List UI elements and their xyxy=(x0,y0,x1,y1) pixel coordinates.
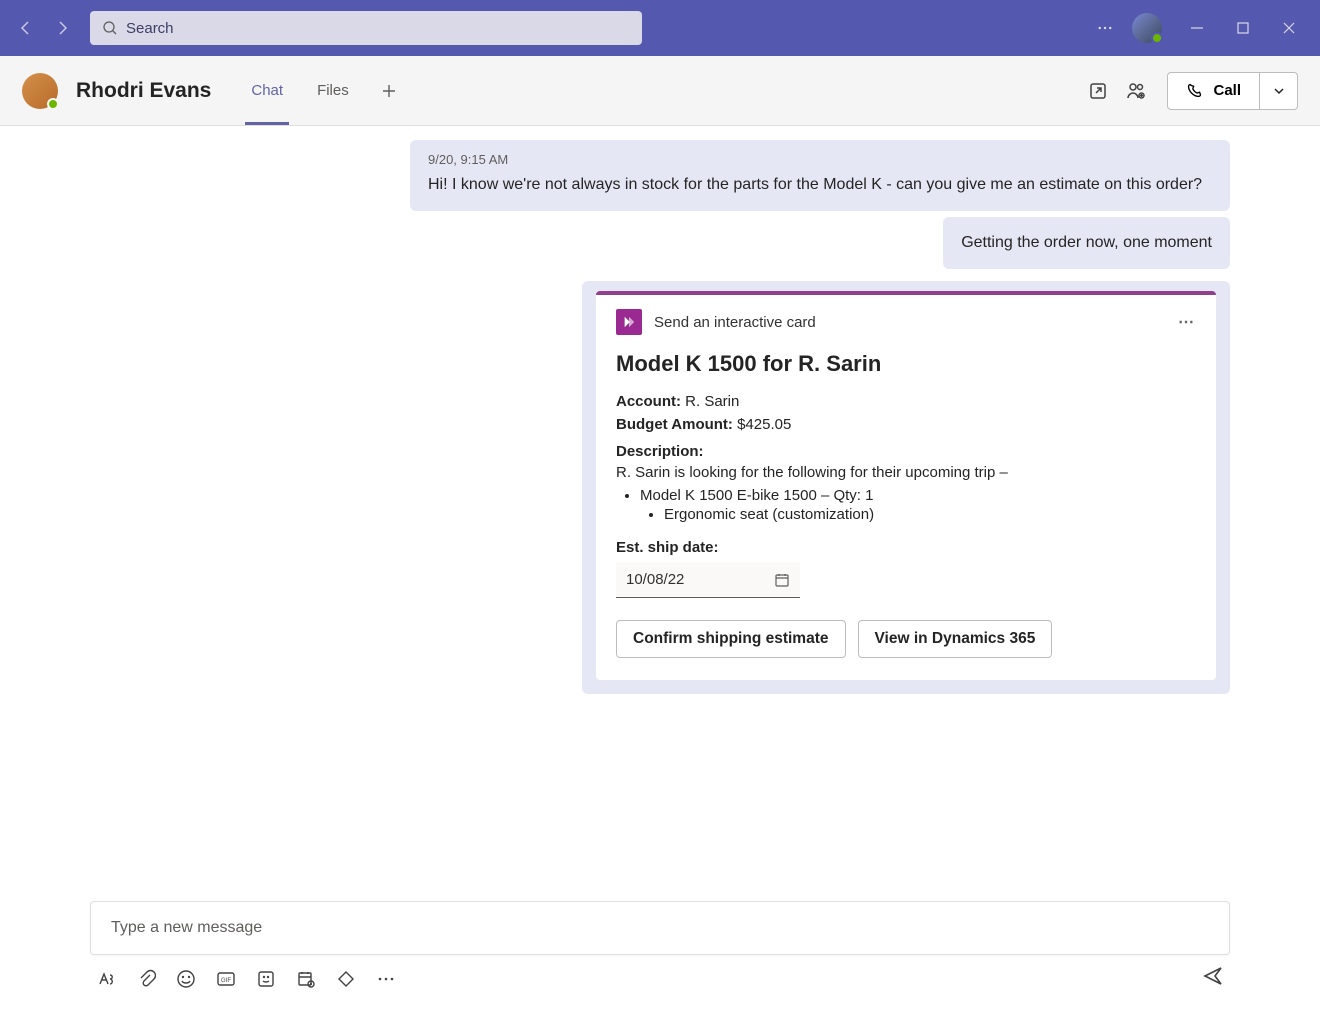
current-user-avatar[interactable] xyxy=(1132,13,1162,43)
window-minimize-button[interactable] xyxy=(1174,5,1220,51)
popout-icon[interactable] xyxy=(1079,72,1117,110)
card-description-label: Description: xyxy=(616,443,1196,460)
card-list: Model K 1500 E-bike 1500 – Qty: 1 Ergono… xyxy=(616,487,1196,523)
window-close-button[interactable] xyxy=(1266,5,1312,51)
chat-header: Rhodri Evans Chat Files Call xyxy=(0,56,1320,126)
card-description-text: R. Sarin is looking for the following fo… xyxy=(616,464,1196,481)
add-people-icon[interactable] xyxy=(1117,72,1155,110)
search-placeholder: Search xyxy=(126,20,174,37)
message-outgoing: Getting the order now, one moment xyxy=(943,217,1230,269)
send-button[interactable] xyxy=(1202,965,1224,992)
svg-text:GIF: GIF xyxy=(221,978,231,984)
card-title: Model K 1500 for R. Sarin xyxy=(616,351,1196,377)
more-options-button[interactable] xyxy=(1082,5,1128,51)
calendar-icon xyxy=(774,572,790,588)
call-label: Call xyxy=(1213,82,1241,99)
search-input[interactable]: Search xyxy=(90,11,642,45)
ship-date-label: Est. ship date: xyxy=(616,539,1196,556)
gif-icon[interactable]: GIF xyxy=(216,969,236,989)
tab-files[interactable]: Files xyxy=(307,56,359,125)
chat-tabs: Chat Files xyxy=(241,56,404,125)
ship-date-input[interactable]: 10/08/22 xyxy=(616,562,800,598)
card-app-label: Send an interactive card xyxy=(654,314,816,331)
emoji-icon[interactable] xyxy=(176,969,196,989)
tab-chat[interactable]: Chat xyxy=(241,56,293,125)
card-list-item: Model K 1500 E-bike 1500 – Qty: 1 xyxy=(640,487,1196,504)
add-tab-button[interactable] xyxy=(373,56,405,125)
card-account-row: Account: R. Sarin xyxy=(616,393,1196,410)
view-dynamics-button[interactable]: View in Dynamics 365 xyxy=(858,620,1053,658)
message-text: Hi! I know we're not always in stock for… xyxy=(428,173,1212,197)
adaptive-card: Send an interactive card ⋯ Model K 1500 … xyxy=(596,291,1216,680)
format-icon[interactable] xyxy=(96,969,116,989)
composer-area: Type a new message GIF xyxy=(0,901,1320,1016)
nav-back-button[interactable] xyxy=(8,10,44,46)
presence-icon xyxy=(1151,32,1163,44)
chat-avatar[interactable] xyxy=(22,73,58,109)
confirm-shipping-button[interactable]: Confirm shipping estimate xyxy=(616,620,846,658)
card-sublist-item: Ergonomic seat (customization) xyxy=(664,506,1196,523)
chevron-down-icon xyxy=(1273,85,1285,97)
title-bar: Search xyxy=(0,0,1320,56)
more-apps-icon[interactable] xyxy=(376,969,396,989)
message-incoming: 9/20, 9:15 AM Hi! I know we're not alway… xyxy=(410,140,1230,211)
power-automate-icon xyxy=(616,309,642,335)
compose-placeholder: Type a new message xyxy=(111,919,262,937)
compose-toolbar: GIF xyxy=(90,961,1230,996)
schedule-icon[interactable] xyxy=(296,969,316,989)
message-area: 9/20, 9:15 AM Hi! I know we're not alway… xyxy=(0,126,1320,901)
ship-date-value: 10/08/22 xyxy=(626,571,684,588)
chat-title: Rhodri Evans xyxy=(76,79,211,103)
call-button[interactable]: Call xyxy=(1167,72,1260,110)
message-timestamp: 9/20, 9:15 AM xyxy=(428,152,1212,167)
search-icon xyxy=(102,20,118,36)
card-budget-row: Budget Amount: $425.05 xyxy=(616,416,1196,433)
adaptive-card-container: Send an interactive card ⋯ Model K 1500 … xyxy=(582,281,1230,694)
attach-icon[interactable] xyxy=(136,969,156,989)
nav-forward-button[interactable] xyxy=(44,10,80,46)
call-menu-button[interactable] xyxy=(1260,72,1298,110)
compose-input[interactable]: Type a new message xyxy=(90,901,1230,955)
phone-icon xyxy=(1186,82,1203,99)
presence-icon xyxy=(47,98,59,110)
card-more-button[interactable]: ⋯ xyxy=(1178,312,1196,332)
approvals-icon[interactable] xyxy=(336,969,356,989)
message-text: Getting the order now, one moment xyxy=(961,231,1212,255)
window-maximize-button[interactable] xyxy=(1220,5,1266,51)
sticker-icon[interactable] xyxy=(256,969,276,989)
